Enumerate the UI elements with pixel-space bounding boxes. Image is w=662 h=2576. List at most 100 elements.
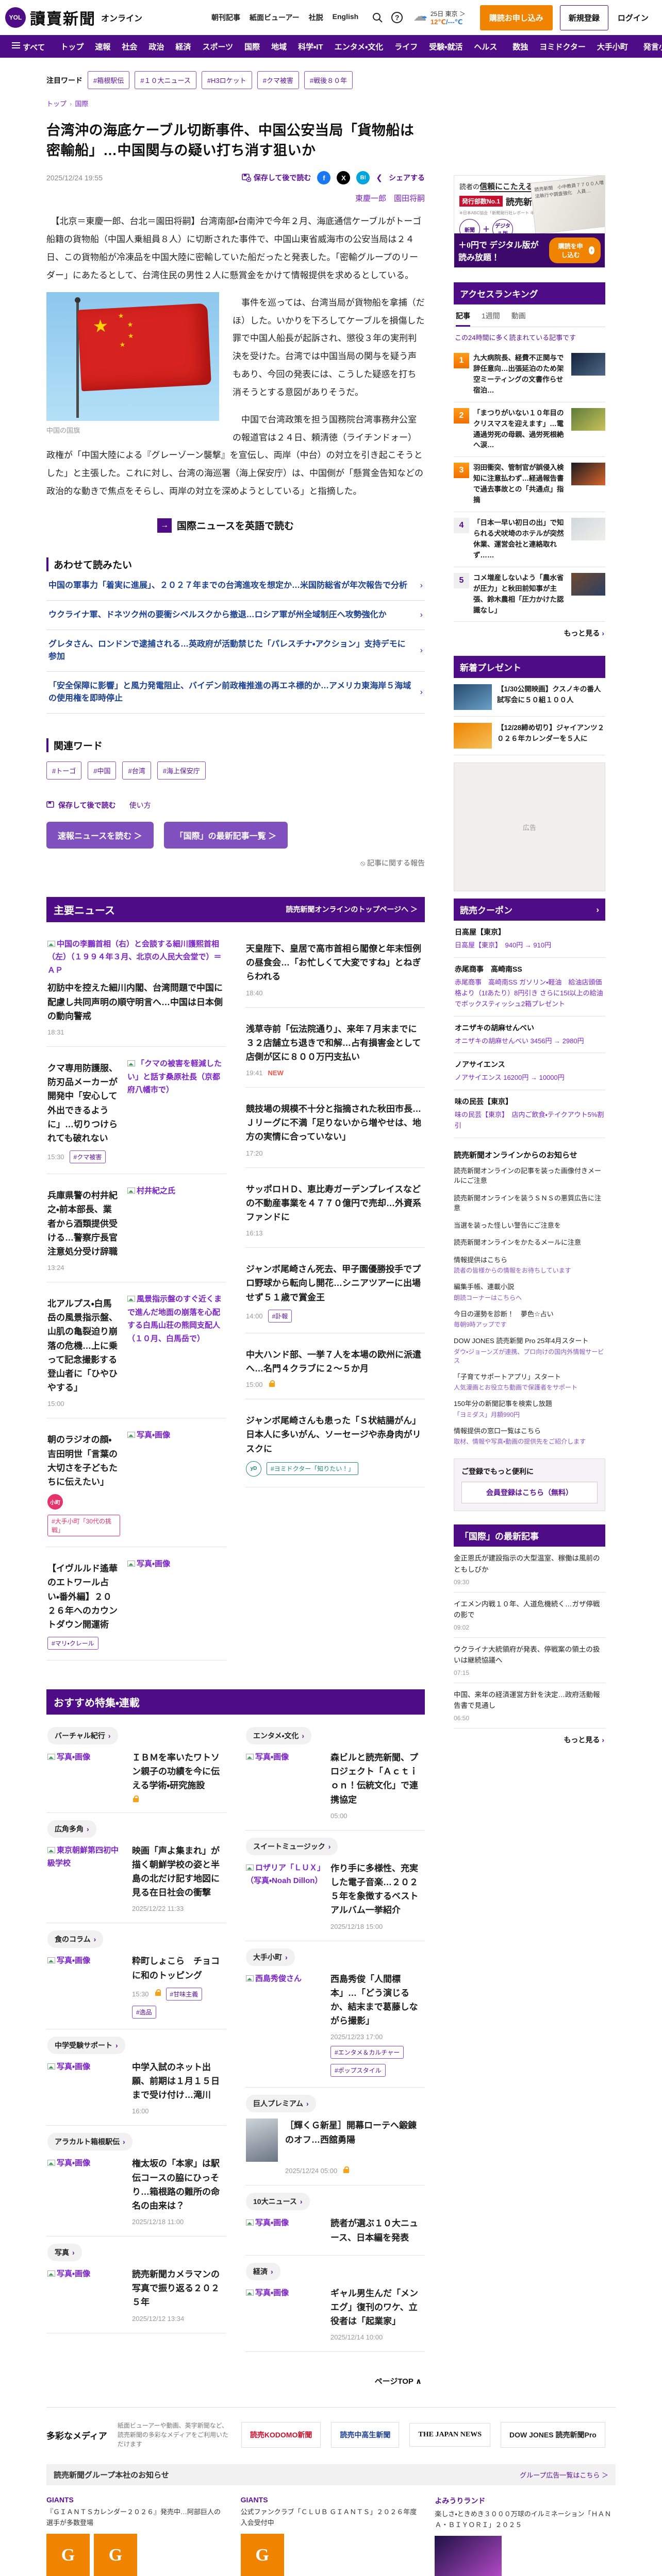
english-news-link[interactable]: → 国際ニュースを英語で読む bbox=[157, 518, 425, 533]
flash-news-button[interactable]: 速報ニュースを読む ＞ bbox=[46, 821, 154, 849]
ranking-item[interactable]: 4 「日本一早い初日の出」で知られる犬吠埼のホテルが突然休業、運営会社と連絡取れ… bbox=[454, 512, 605, 567]
notice-item[interactable]: 情報提供の窓口一覧はこちら 取材、情報や写真・動画の提供先をご紹介します bbox=[454, 1422, 605, 1450]
nav-seiji[interactable]: 政治 bbox=[143, 41, 170, 52]
nav-chiiki[interactable]: 地域 bbox=[266, 41, 292, 52]
japan-news-logo[interactable]: THE JAPAN NEWS bbox=[409, 2423, 491, 2447]
featured-article-link[interactable]: ［輝くＧ新星］開幕ローテへ鍛錬のオフ…西舘勇陽 bbox=[246, 2119, 424, 2162]
nav-kokusai[interactable]: 国際 bbox=[239, 41, 266, 52]
china-flag-image[interactable]: ★ ★ ★ ★ ★ bbox=[46, 292, 219, 421]
coupon-item[interactable]: 日高屋【東京】 日高屋【東京】 940円 → 910円 bbox=[454, 921, 605, 958]
news-item[interactable]: 兵庫県警の村井紀之・前本部長、業者から酒類提供受ける…警察庁長官注意処分受け辞職… bbox=[46, 1174, 226, 1283]
coupon-item[interactable]: オニザキの胡麻せんべい オニザキの胡麻せんべい 3456円 → 2980円 bbox=[454, 1016, 605, 1054]
present-item[interactable]: 【1/30公開映画】クスノキの番人 試写会に５０組１００人 bbox=[454, 678, 608, 717]
nav-hatsugen-komachi[interactable]: 発言小町 bbox=[638, 41, 662, 52]
nav-keizai[interactable]: 経済 bbox=[170, 41, 196, 52]
article-authors[interactable]: 東慶一郎 園田将嗣 bbox=[46, 193, 425, 204]
tag-kanmi[interactable]: #甘味主義 bbox=[166, 1987, 203, 2001]
notice-item[interactable]: 読売新聞オンラインをかたるメールに注意 bbox=[454, 1234, 605, 1251]
main-news-top-link[interactable]: 読売新聞オンラインのトップページへ ＞ bbox=[286, 904, 418, 914]
help-icon[interactable]: ? bbox=[391, 12, 403, 23]
tag-kuma-higai[interactable]: #クマ被害 bbox=[69, 1150, 106, 1164]
intl-latest-button[interactable]: 「国際」の最新記事一覧 ＞ bbox=[163, 821, 288, 849]
related-article-link[interactable]: 中国の軍事力「着実に進展」、２０２７年までの台湾進攻を想定か…米国防総省が年次報… bbox=[46, 571, 425, 601]
link-editorial[interactable]: 社説 bbox=[309, 12, 323, 23]
notice-item[interactable]: 読売新聞オンラインを装うＳＮＳの悪質広告に注意 bbox=[454, 1190, 605, 1217]
tag-h3-rocket[interactable]: #H3ロケット bbox=[201, 71, 252, 89]
group-notice-more-link[interactable]: グループ広告一覧はこちら ＞ bbox=[520, 2470, 608, 2480]
featured-article-link[interactable]: 写真・画像 森ビルと読売新聞、プロジェクト「Ａｃｔｉｏｎ！伝統文化」で連携協定 bbox=[246, 1751, 424, 1807]
news-item[interactable]: ジャンボ尾崎さん死去、甲子園優勝投手でプロ野球から転向し開花…シニアツアーに出場… bbox=[245, 1248, 425, 1333]
news-item[interactable]: 天皇陛下、皇居で高市首相ら閣僚と年末恒例の昼食会…「お忙しくて大変ですね」とねぎ… bbox=[245, 927, 425, 1008]
category-keizai[interactable]: 経済 › bbox=[246, 2262, 280, 2280]
intl-news-item[interactable]: イエメン内戦１０年、人道危機続く…ガザ停戦の影で 09:02 bbox=[454, 1592, 605, 1638]
save-for-later-button[interactable]: 保存して後で読む bbox=[242, 173, 311, 183]
news-item[interactable]: 浅草寺前「伝法院通り」、来年７月末までに３２店舗立ち退きで和解…占有損害金として… bbox=[245, 1008, 425, 1088]
ranking-item[interactable]: 3 羽田衝突、管制官が誤侵入検知に注意払わず…経過報告書で過去事故との「共通点」… bbox=[454, 457, 605, 513]
breadcrumb-section[interactable]: 国際 bbox=[75, 100, 88, 108]
tag-kuma[interactable]: #クマ被害 bbox=[257, 71, 299, 89]
weather-widget[interactable]: ☁☂ 25日 東京 ＞ 12℃/---℃ bbox=[413, 9, 466, 26]
nav-yomidr[interactable]: ヨミドクター bbox=[534, 41, 591, 52]
notice-item[interactable]: 「子育てサポートアプリ」スタート 人気漫画とお役立ち動画で保護者をサポート bbox=[454, 1368, 605, 1396]
nav-sports[interactable]: スポーツ bbox=[196, 41, 239, 52]
tag-fuho[interactable]: #訃報 bbox=[268, 1309, 292, 1323]
howto-link[interactable]: 使い方 bbox=[129, 800, 151, 810]
tag-yomidr-shiritai[interactable]: #ヨミドクター「知りたい！」 bbox=[267, 1462, 359, 1476]
category-10dai-news[interactable]: 10大ニュース › bbox=[246, 2193, 310, 2211]
news-item[interactable]: ジャンボ尾崎さんも患った「Ｓ状結腸がん」 日本人に多いがん、ソーセージや赤身肉が… bbox=[245, 1399, 425, 1487]
news-item[interactable]: 朝のラジオの顔・吉田明世「言葉の大切さを子どもたちに伝えたい」 小町 #大手小町「… bbox=[46, 1418, 226, 1548]
ranking-item[interactable]: 2 「まつりがいない１０年目のクリスマスを迎えます」…電通過労死の母親、過労死根… bbox=[454, 402, 605, 457]
featured-article-link[interactable]: 写真・画像 ギャル男生んだ「メンエグ」復刊のワケ、立役者は「起業家」 bbox=[246, 2286, 424, 2329]
dowjones-pro-logo[interactable]: DOW JONES 読売新聞Pro bbox=[501, 2422, 605, 2448]
link-english[interactable]: English bbox=[333, 12, 359, 23]
link-paper-viewer[interactable]: 紙面ビューアー bbox=[250, 12, 300, 23]
category-kokaku-takaku[interactable]: 広角多角 › bbox=[47, 1820, 96, 1838]
notice-item[interactable]: 情報提供はこちら 読者の皆様からの情報をお待ちしています bbox=[454, 1251, 605, 1279]
nav-science-it[interactable]: 科学・IT bbox=[292, 41, 328, 52]
featured-article-link[interactable]: 写真・画像 読者が選ぶ１０大ニュース、日本編を発表 bbox=[246, 2216, 424, 2244]
news-item[interactable]: サッポロＨＤ、恵比寿ガーデンプレイスなどの不動産事業を４７７０億円で売却…外資系… bbox=[245, 1168, 425, 1248]
nav-juken[interactable]: 受験・就活 bbox=[423, 41, 468, 52]
news-item[interactable]: 中国の李鵬首相（右）と会談する細川護熙首相（左）（１９９４年３月、北京の人民大会… bbox=[46, 927, 226, 1047]
featured-article-link[interactable]: 写真・画像 読売新聞カメラマンの写真で振り返る２０２５年 bbox=[47, 2267, 225, 2310]
news-item[interactable]: 中大ハンド部、一挙７人を本場の欧州に派遣へ…名門４クラブに２～５か月 15:00 bbox=[245, 1333, 425, 1400]
login-button[interactable]: ログイン bbox=[616, 12, 651, 23]
page-top-link[interactable]: ページTOP ∧ bbox=[46, 2376, 422, 2386]
ad-subscribe-button[interactable]: 購読を申し込む › bbox=[549, 238, 601, 263]
notice-item[interactable]: DOW JONES 読売新聞 Pro 25年4月スタート ダウ・ジョーンズが連携、… bbox=[454, 1332, 605, 1368]
related-article-link[interactable]: 「安全保障に影響」と風力発電阻止、バイデン前政権推進の再エネ標的か…アメリカ東海… bbox=[46, 672, 425, 714]
search-icon[interactable] bbox=[372, 12, 383, 23]
news-item[interactable]: 北アルプス・白馬岳の風景指示盤、山肌の亀裂迫り崩落の危機…上に乗って記念撮影する… bbox=[46, 1282, 226, 1419]
featured-article-link[interactable]: 写真・画像 中学入試のネット出願、前期は１月１５日まで受け付け…滝川 bbox=[47, 2060, 225, 2103]
featured-article-link[interactable]: 東京朝鮮第四初中級学校 映画「声よ集まれ」が描く朝鮮学校の姿と半島の北だけ記す地… bbox=[47, 1844, 225, 1900]
intl-news-item[interactable]: 金正恩氏が建設指示の大型温室、稼働は風前のともしびか 09:30 bbox=[454, 1547, 605, 1592]
tag-marie-claire[interactable]: #マリ・クレール bbox=[47, 1637, 98, 1650]
related-article-link[interactable]: グレタさん、ロンドンで逮捕される…英政府が活動禁じた「パレスチナ・アクション」支… bbox=[46, 630, 425, 672]
tag-10-news[interactable]: #１０大ニュース bbox=[135, 71, 196, 89]
facebook-share-icon[interactable]: f bbox=[317, 171, 331, 185]
hatena-share-icon[interactable]: B! bbox=[356, 171, 370, 185]
link-morning-paper[interactable]: 朝刊記事 bbox=[211, 12, 240, 23]
featured-article-link[interactable]: 写真・画像 ＩＢＭを率いたワトソン親子の功績を今に伝える学術・研究施設 bbox=[47, 1751, 225, 1793]
save-for-later-button[interactable]: 保存して後で読む bbox=[46, 800, 116, 810]
nav-sudoku[interactable]: 数独 bbox=[507, 41, 534, 52]
tag-entame-culture[interactable]: #エンタメ＆カルチャー bbox=[330, 2046, 404, 2059]
featured-article-link[interactable]: 写真・画像 粋町しょこら チョコに和のトッピング bbox=[47, 1954, 225, 1982]
category-kyojin-premium[interactable]: 巨人プレミアム › bbox=[246, 2095, 316, 2113]
notice-item[interactable]: 読売新聞オンラインの記事を装った画像付きメールにご注意 bbox=[454, 1162, 605, 1190]
present-item[interactable]: 【12/28締め切り】ジャイアンツ２０２６年カレンダーを５人に bbox=[454, 717, 605, 756]
news-item[interactable]: クマ専用防護服、防刃品メーカーが開発中「安心して外出できるように」…切りつけられ… bbox=[46, 1047, 226, 1175]
intl-news-item[interactable]: ウクライナ大統領府が発表、停戦案の領土の扱いは継続協議へ 07:15 bbox=[454, 1638, 605, 1683]
coupon-item[interactable]: 味の民芸【東京】 味の民芸【東京】 店内ご飲食・テイクアウト5%割引 bbox=[454, 1090, 605, 1138]
featured-article-link[interactable]: ロザリア「ＬＵＸ」（写真・Noah Dillon） 作り手に多様性、充実した電子… bbox=[246, 1861, 424, 1918]
coupon-item[interactable]: 赤尾商事 高崎南SS 赤尾商事 高崎南SS ガソリン・軽油 給油店頭価格より（1… bbox=[454, 958, 605, 1016]
category-virtual-kiko[interactable]: バーチャル紀行 › bbox=[47, 1727, 118, 1745]
category-shoku-column[interactable]: 食のコラム › bbox=[47, 1930, 104, 1948]
register-button[interactable]: 新規登録 bbox=[559, 5, 608, 30]
notice-item[interactable]: 今日の運勢を診断！ 夢色☆占い 毎朝9時アップです bbox=[454, 1306, 605, 1333]
intl-news-item[interactable]: 中国、来年の経済運営方針を決定…政府活動報告書で見通し 06:50 bbox=[454, 1683, 605, 1729]
featured-article-link[interactable]: 西島秀俊さん 西島秀俊「人間標本」…「どう演じるか、結末まで葛藤しながら撮影」 bbox=[246, 1972, 424, 2028]
coupon-header[interactable]: 読売クーポン › bbox=[454, 899, 605, 921]
featured-article-link[interactable]: 写真・画像 権太坂の「本家」は駅伝コースの脇にひっそり…箱根路の難所の命名の由来… bbox=[47, 2157, 225, 2213]
display-ad[interactable]: 広告 bbox=[454, 762, 605, 892]
